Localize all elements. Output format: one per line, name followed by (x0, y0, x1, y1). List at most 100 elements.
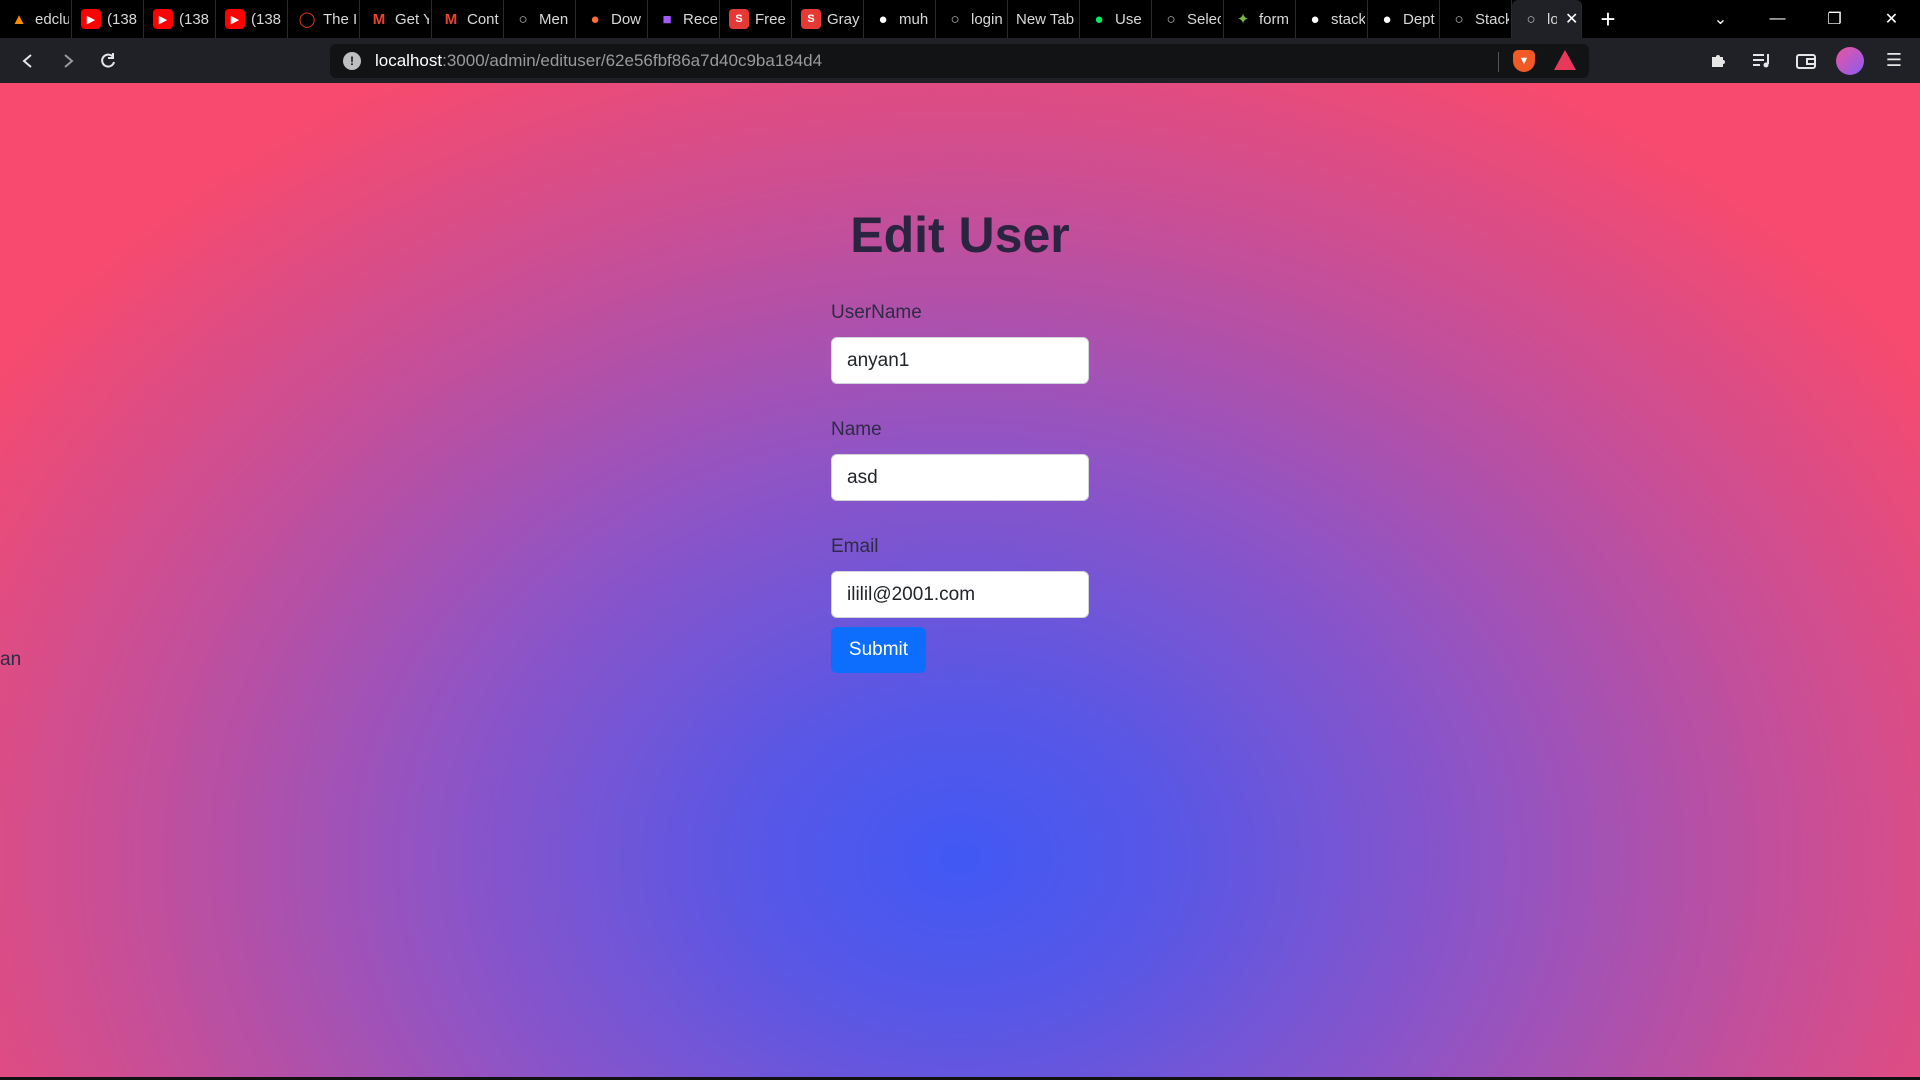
stray-text: an (0, 649, 22, 670)
browser-tab[interactable]: M Get Y (360, 0, 432, 38)
browser-tab[interactable]: ◯ The I (288, 0, 360, 38)
gmail-icon: M (372, 10, 386, 28)
s-icon: S (729, 9, 749, 29)
browser-tab[interactable]: ● stack (1296, 0, 1368, 38)
media-playlist-icon[interactable] (1744, 43, 1780, 79)
globe-icon: ○ (1166, 10, 1176, 28)
tab-title: Dow (611, 10, 642, 28)
restore-button[interactable]: ❐ (1806, 9, 1863, 29)
page-title: Edit User (850, 207, 1070, 263)
browser-tab[interactable]: ○ login (936, 0, 1008, 38)
tab-title: Men (539, 10, 569, 28)
browser-toolbar: ! localhost:3000/admin/edituser/62e56fbf… (0, 38, 1920, 83)
browser-tab[interactable]: S Gray (792, 0, 864, 38)
browser-tab[interactable]: ▲ edclu (0, 0, 72, 38)
tab-title: Use (1115, 10, 1142, 28)
wallet-icon[interactable] (1788, 43, 1824, 79)
browser-tab[interactable]: S Free (720, 0, 792, 38)
browser-tab[interactable]: ▶ (138 (216, 0, 288, 38)
github-icon: ● (878, 10, 888, 28)
globe-icon: ○ (518, 10, 528, 28)
browser-tab[interactable]: M Cont (432, 0, 504, 38)
browser-tab[interactable]: ○ Stack (1440, 0, 1512, 38)
brave-shields-icon[interactable]: ▼ (1513, 50, 1535, 72)
avatar (1836, 46, 1864, 75)
close-tab-icon[interactable]: ✕ (1565, 9, 1578, 29)
name-input[interactable] (831, 454, 1089, 501)
address-bar[interactable]: ! localhost:3000/admin/edituser/62e56fbf… (330, 44, 1589, 78)
tab-search-chevron-icon[interactable]: ⌄ (1692, 9, 1749, 29)
sparkle-icon: ✦ (1236, 11, 1250, 28)
browser-tab[interactable]: ● Use (1080, 0, 1152, 38)
site-info-icon[interactable]: ! (343, 52, 361, 70)
reload-icon (101, 52, 115, 68)
tab-title: form (1259, 10, 1289, 28)
close-window-button[interactable]: ✕ (1863, 9, 1920, 29)
browser-tab[interactable]: ● Dept (1368, 0, 1440, 38)
url-path: :3000/admin/edituser/62e56fbf86a7d40c9ba… (442, 51, 823, 70)
tab-title: Stack (1475, 10, 1509, 28)
address-bar-divider (1498, 52, 1499, 72)
tab-title: Cont (467, 10, 499, 28)
tab-title: Selec (1187, 10, 1221, 28)
back-arrow-icon (22, 53, 32, 68)
tab-title: (138 (251, 10, 282, 28)
s-icon: S (801, 9, 821, 29)
back-button[interactable] (8, 41, 48, 81)
leaf-icon: ● (1094, 10, 1104, 28)
github-icon: ● (1382, 10, 1392, 28)
flame-icon: ▲ (11, 10, 27, 28)
browser-tab[interactable]: New Tab (1008, 0, 1080, 38)
address-url[interactable]: localhost:3000/admin/edituser/62e56fbf86… (375, 51, 822, 71)
tab-title: Get Y (395, 10, 429, 28)
globe-icon: ○ (1526, 10, 1536, 28)
email-label: Email (831, 536, 879, 557)
tab-title: (138 (179, 10, 210, 28)
tab-title: muh (899, 10, 929, 28)
youtube-icon: ▶ (81, 9, 101, 29)
submit-button[interactable]: Submit (831, 627, 926, 673)
profile-avatar[interactable] (1832, 43, 1868, 79)
tab-title: Gray (827, 10, 860, 28)
extensions-puzzle-icon[interactable] (1700, 43, 1736, 79)
forward-button[interactable] (48, 41, 88, 81)
username-label: UserName (831, 302, 922, 323)
tab-title: login (971, 10, 1003, 28)
browser-tab[interactable]: ○ Men (504, 0, 576, 38)
browser-tab[interactable]: ■ Rece (648, 0, 720, 38)
gmail-icon: M (444, 10, 458, 28)
tab-title: stack (1331, 10, 1365, 28)
globe-icon: ○ (950, 10, 960, 28)
name-label: Name (831, 419, 882, 440)
tab-title: New Tab (1016, 10, 1075, 28)
reload-button[interactable] (88, 41, 128, 81)
tab-title: lo (1547, 10, 1557, 28)
browser-tab[interactable]: ▶ (138 (144, 0, 216, 38)
browser-tab[interactable]: ○ Selec (1152, 0, 1224, 38)
username-input[interactable] (831, 337, 1089, 384)
youtube-icon: ▶ (153, 9, 173, 29)
browser-tab-strip: ▲ edclu ▶ (138 ▶ (138 ▶ (138 ◯ The I M Get Y M Cont ○ M… (0, 0, 1920, 38)
globe-icon: ○ (1454, 10, 1464, 28)
browser-tab[interactable]: ● Dow (576, 0, 648, 38)
tab-title: edclu (35, 10, 69, 28)
browser-tab[interactable]: ○ lo ✕ (1512, 0, 1582, 38)
brave-rewards-icon[interactable] (1554, 50, 1576, 70)
new-tab-button[interactable]: + (1582, 0, 1634, 38)
email-input[interactable] (831, 571, 1089, 618)
window-controls: ⌄ — ❐ ✕ (1692, 0, 1920, 38)
tab-title: Rece (683, 10, 717, 28)
browser-tab[interactable]: ▶ (138 (72, 0, 144, 38)
forward-arrow-icon (64, 53, 74, 68)
browser-tab[interactable]: ✦ form (1224, 0, 1296, 38)
url-host: localhost (375, 51, 443, 70)
tab-title: Dept (1403, 10, 1435, 28)
github-icon: ● (1310, 10, 1320, 28)
browser-tab[interactable]: ● muh (864, 0, 936, 38)
ring-icon: ◯ (298, 11, 316, 28)
page-viewport: Edit User UserName Name Email Submit an (0, 83, 1920, 1077)
minimize-button[interactable]: — (1749, 10, 1806, 28)
menu-hamburger-icon[interactable]: ☰ (1876, 43, 1912, 79)
tab-title: The I (323, 10, 357, 28)
figma-icon: ■ (662, 10, 672, 28)
